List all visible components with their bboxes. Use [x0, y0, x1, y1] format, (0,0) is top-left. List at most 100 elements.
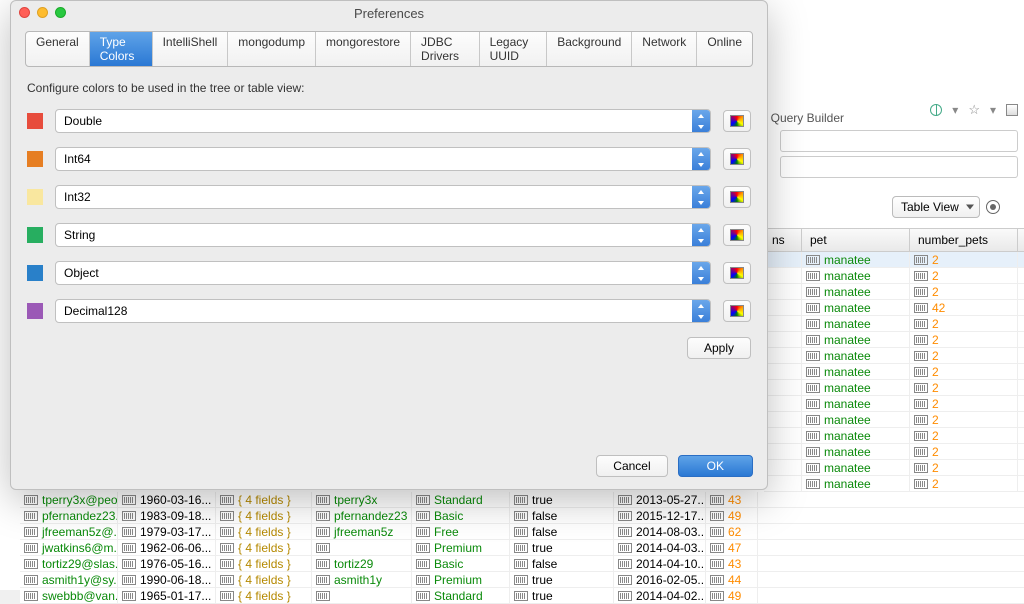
table-row[interactable]: jwatkins6@m...1962-06-06...{ 4 fields }P… — [20, 540, 1024, 556]
col-header-ns[interactable]: ns — [764, 229, 802, 251]
type-name-input[interactable] — [55, 185, 711, 209]
stepper-icon[interactable] — [692, 262, 710, 284]
table-cell: { 4 fields } — [216, 556, 312, 571]
gear-icon[interactable] — [986, 200, 1000, 214]
type-icon — [914, 319, 928, 329]
type-icon — [416, 495, 430, 505]
minimize-icon[interactable] — [37, 7, 48, 18]
dropdown-caret-icon: ▾ — [990, 103, 996, 117]
type-icon — [122, 495, 136, 505]
table-cell: Basic — [412, 556, 510, 571]
color-picker-button[interactable] — [723, 148, 751, 170]
table-cell: 1979-03-17... — [118, 524, 216, 539]
type-icon — [914, 431, 928, 441]
table-row[interactable]: manatee2 — [764, 348, 1024, 364]
stepper-icon[interactable] — [692, 148, 710, 170]
table-row[interactable]: manatee2 — [764, 476, 1024, 492]
color-picker-button[interactable] — [723, 300, 751, 322]
table-row[interactable]: manatee2 — [764, 252, 1024, 268]
type-icon — [914, 447, 928, 457]
color-picker-button[interactable] — [723, 110, 751, 132]
color-wheel-icon — [730, 267, 744, 279]
table-row[interactable]: manatee2 — [764, 284, 1024, 300]
tab-type-colors[interactable]: Type Colors — [90, 32, 153, 66]
col-header-pet[interactable]: pet — [802, 229, 910, 251]
lower-data-grid: tperry3x@peo...1960-03-16...{ 4 fields }… — [20, 492, 1024, 604]
type-icon — [122, 543, 136, 553]
table-cell: 2014-04-10... — [614, 556, 706, 571]
type-icon — [806, 367, 820, 377]
table-cell: 43 — [706, 556, 758, 571]
table-cell: 49 — [706, 508, 758, 523]
dropdown-caret-icon: ▾ — [952, 103, 958, 117]
type-icon — [514, 543, 528, 553]
table-row[interactable]: manatee2 — [764, 412, 1024, 428]
color-wheel-icon — [730, 191, 744, 203]
table-row[interactable]: manatee2 — [764, 364, 1024, 380]
close-icon[interactable] — [19, 7, 30, 18]
view-mode-select[interactable]: Table View — [892, 196, 980, 218]
type-icon — [24, 559, 38, 569]
titlebar: Preferences — [11, 1, 767, 25]
table-row[interactable]: manatee2 — [764, 316, 1024, 332]
color-picker-button[interactable] — [723, 186, 751, 208]
type-icon — [220, 527, 234, 537]
tab-mongorestore[interactable]: mongorestore — [316, 32, 411, 66]
color-picker-button[interactable] — [723, 224, 751, 246]
stepper-icon[interactable] — [692, 300, 710, 322]
color-swatch — [27, 265, 43, 281]
tab-jdbc-drivers[interactable]: JDBC Drivers — [411, 32, 480, 66]
table-row[interactable]: manatee2 — [764, 460, 1024, 476]
zoom-icon[interactable] — [55, 7, 66, 18]
col-header-number-pets[interactable]: number_pets — [910, 229, 1018, 251]
table-row[interactable]: tperry3x@peo...1960-03-16...{ 4 fields }… — [20, 492, 1024, 508]
ok-button[interactable]: OK — [678, 455, 753, 477]
table-cell: true — [510, 572, 614, 587]
tab-background[interactable]: Background — [547, 32, 632, 66]
type-name-input[interactable] — [55, 109, 711, 133]
tab-network[interactable]: Network — [632, 32, 697, 66]
table-cell: { 4 fields } — [216, 508, 312, 523]
table-row[interactable]: manatee2 — [764, 380, 1024, 396]
table-row[interactable]: asmith1y@sy...1990-06-18...{ 4 fields }a… — [20, 572, 1024, 588]
table-cell: false — [510, 524, 614, 539]
tab-online[interactable]: Online — [697, 32, 752, 66]
query-field[interactable] — [780, 130, 1018, 152]
table-row[interactable]: manatee2 — [764, 428, 1024, 444]
tab-mongodump[interactable]: mongodump — [228, 32, 316, 66]
cancel-button[interactable]: Cancel — [596, 455, 667, 477]
table-row[interactable]: manatee2 — [764, 268, 1024, 284]
dialog-description: Configure colors to be used in the tree … — [27, 81, 751, 95]
table-row[interactable]: manatee2 — [764, 444, 1024, 460]
table-cell: 1983-09-18... — [118, 508, 216, 523]
type-name-input[interactable] — [55, 299, 711, 323]
table-row[interactable]: manatee2 — [764, 332, 1024, 348]
type-color-row — [27, 185, 751, 209]
stepper-icon[interactable] — [692, 110, 710, 132]
stepper-icon[interactable] — [692, 224, 710, 246]
table-row[interactable]: jfreeman5z@...1979-03-17...{ 4 fields }j… — [20, 524, 1024, 540]
type-icon — [710, 495, 724, 505]
type-name-input[interactable] — [55, 147, 711, 171]
table-row[interactable]: swebbb@van...1965-01-17...{ 4 fields }St… — [20, 588, 1024, 604]
tab-general[interactable]: General — [26, 32, 90, 66]
table-row[interactable]: tortiz29@slas...1976-05-16...{ 4 fields … — [20, 556, 1024, 572]
type-icon — [618, 495, 632, 505]
tab-legacy-uuid[interactable]: Legacy UUID — [480, 32, 548, 66]
table-cell: 2014-04-02... — [614, 588, 706, 603]
type-icon — [24, 591, 38, 601]
filter-field[interactable] — [780, 156, 1018, 178]
type-icon — [514, 591, 528, 601]
type-icon — [514, 527, 528, 537]
color-picker-button[interactable] — [723, 262, 751, 284]
table-row[interactable]: pfernandez23...1983-09-18...{ 4 fields }… — [20, 508, 1024, 524]
type-name-input[interactable] — [55, 261, 711, 285]
stepper-icon[interactable] — [692, 186, 710, 208]
tab-intellishell[interactable]: IntelliShell — [153, 32, 229, 66]
type-icon — [914, 415, 928, 425]
table-row[interactable]: manatee2 — [764, 396, 1024, 412]
table-cell: 2014-04-03... — [614, 540, 706, 555]
apply-button[interactable]: Apply — [687, 337, 751, 359]
type-name-input[interactable] — [55, 223, 711, 247]
table-row[interactable]: manatee42 — [764, 300, 1024, 316]
